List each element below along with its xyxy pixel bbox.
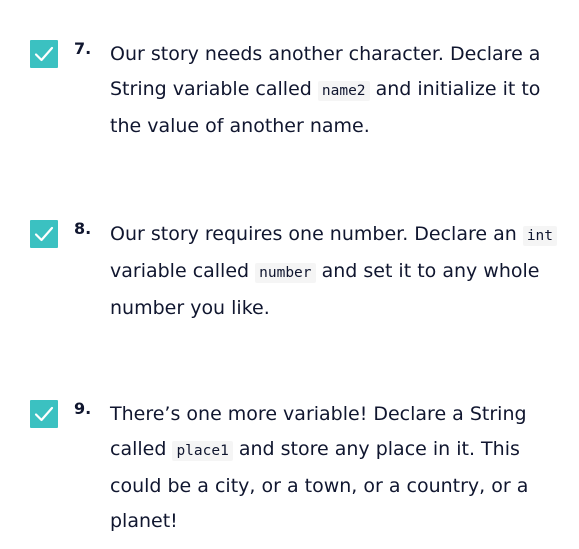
inline-code-number: number (255, 263, 316, 283)
task-checkbox-8[interactable] (30, 220, 58, 248)
inline-code-name2: name2 (317, 81, 370, 101)
task-number: 7. (74, 39, 92, 58)
task-checkbox-7[interactable] (30, 40, 58, 68)
task-instruction: There’s one more variable! Declare a Str… (110, 397, 560, 539)
check-icon (34, 406, 54, 422)
task-number: 9. (74, 399, 92, 418)
instruction-text: variable called (110, 260, 256, 282)
check-icon (34, 226, 54, 242)
inline-code-int: int (522, 226, 558, 246)
task-instruction: Our story needs another character. Decla… (110, 37, 560, 144)
instruction-text: Our story requires one number. Declare a… (110, 223, 523, 245)
inline-code-place1: place1 (172, 441, 233, 461)
check-icon (34, 46, 54, 62)
task-instruction: Our story requires one number. Declare a… (110, 217, 560, 326)
task-number: 8. (74, 219, 92, 238)
task-checkbox-9[interactable] (30, 400, 58, 428)
